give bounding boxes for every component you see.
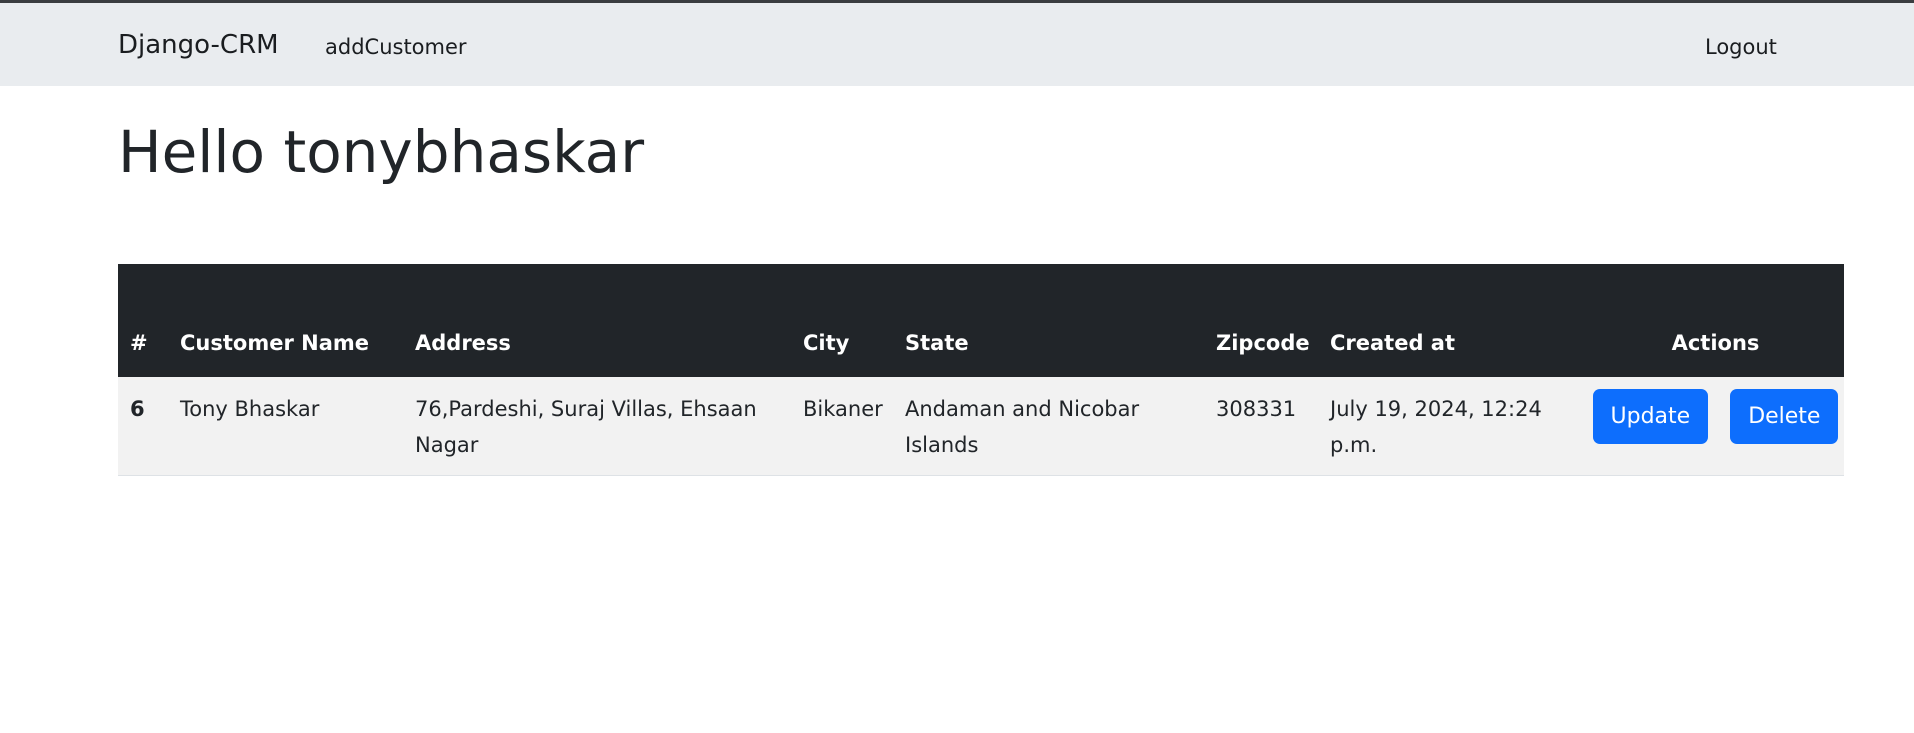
- table-body: 6 Tony Bhaskar 76,Pardeshi, Suraj Villas…: [118, 377, 1844, 476]
- col-header-actions: Actions: [1671, 331, 1760, 355]
- nav-link-add-customer[interactable]: addCustomer: [325, 35, 467, 59]
- col-header-state: State: [905, 331, 969, 355]
- col-header-address: Address: [415, 331, 511, 355]
- update-button[interactable]: Update: [1592, 389, 1709, 444]
- col-header-created-at: Created at: [1330, 331, 1456, 355]
- cell-zipcode: 308331: [1216, 397, 1297, 421]
- customers-table-container: # Customer Name Address City State Zipco…: [118, 264, 1844, 476]
- table-row: 6 Tony Bhaskar 76,Pardeshi, Suraj Villas…: [118, 377, 1844, 476]
- table-header-row: # Customer Name Address City State Zipco…: [118, 264, 1844, 377]
- cell-customer-name: Tony Bhaskar: [180, 397, 320, 421]
- delete-button[interactable]: Delete: [1730, 389, 1839, 444]
- col-header-number: #: [130, 331, 148, 355]
- cell-address: 76,Pardeshi, Suraj Villas, Ehsaan Nagar: [415, 397, 757, 457]
- navbar-brand[interactable]: Django-CRM: [118, 30, 279, 60]
- logout-link[interactable]: Logout: [1705, 35, 1777, 59]
- customers-table: # Customer Name Address City State Zipco…: [118, 264, 1844, 476]
- cell-actions: Update Delete: [1587, 377, 1844, 476]
- page-greeting: Hello tonybhaskar: [118, 118, 645, 186]
- table-header: # Customer Name Address City State Zipco…: [118, 264, 1844, 377]
- cell-city: Bikaner: [803, 397, 883, 421]
- col-header-city: City: [803, 331, 850, 355]
- cell-created-at: July 19, 2024, 12:24 p.m.: [1330, 397, 1542, 457]
- col-header-customer-name: Customer Name: [180, 331, 369, 355]
- navbar: Django-CRM addCustomer Logout: [0, 3, 1914, 86]
- cell-state: Andaman and Nicobar Islands: [905, 397, 1140, 457]
- col-header-zipcode: Zipcode: [1216, 331, 1310, 355]
- cell-number: 6: [130, 397, 145, 421]
